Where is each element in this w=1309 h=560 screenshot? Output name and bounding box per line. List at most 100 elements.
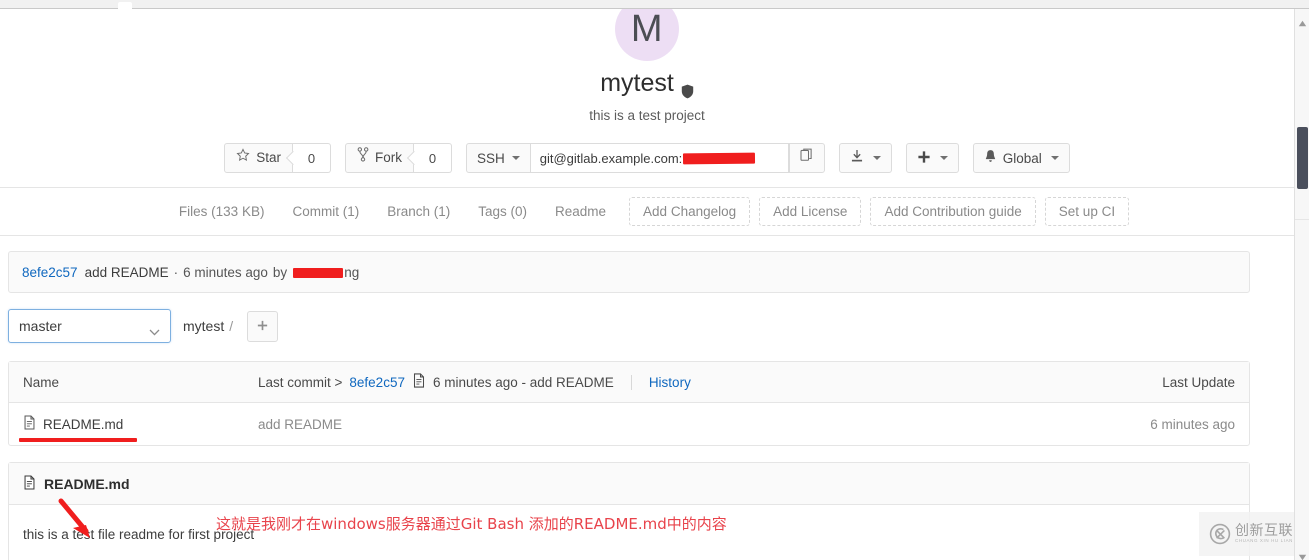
file-link[interactable]: README.md xyxy=(23,415,123,433)
last-commit-label: Last commit > xyxy=(258,374,343,390)
file-table-header: Name Last commit > 8efe2c57 6 minutes ag… xyxy=(9,362,1249,403)
scroll-down-arrow-icon[interactable] xyxy=(1298,548,1307,560)
add-contribution-guide-button[interactable]: Add Contribution guide xyxy=(870,197,1036,226)
chevron-down-icon xyxy=(1050,156,1059,160)
chevron-down-icon xyxy=(939,156,948,160)
redaction-mark xyxy=(683,152,756,164)
branch-selector[interactable]: master xyxy=(8,309,171,343)
column-header-last-commit: Last commit > 8efe2c57 6 minutes ago - a… xyxy=(258,373,1055,391)
readme-panel-header: README.md xyxy=(9,463,1249,505)
breadcrumb-separator: / xyxy=(229,318,234,334)
watermark: 创新互联 CHUANG XIN HU LIAN xyxy=(1199,512,1303,556)
copy-url-button[interactable] xyxy=(788,143,825,173)
annotation-underline xyxy=(19,438,137,442)
column-header-last-update: Last Update xyxy=(1162,374,1235,390)
chevron-down-icon xyxy=(511,156,520,160)
copy-icon xyxy=(800,148,814,168)
readme-panel: README.md this is a test file readme for… xyxy=(8,462,1250,560)
last-commit-text: 6 minutes ago - add README xyxy=(432,374,614,390)
breadcrumb-project[interactable]: mytest xyxy=(183,318,224,334)
divider xyxy=(630,374,632,390)
shield-icon xyxy=(681,76,694,98)
watermark-text-cn: 创新互联 xyxy=(1235,523,1293,539)
fork-count[interactable]: 0 xyxy=(413,143,452,173)
fork-button[interactable]: Fork xyxy=(344,143,414,173)
project-stats-nav: Files (133 KB) Commit (1) Branch (1) Tag… xyxy=(0,188,1294,236)
clone-url-text: git@gitlab.example.com: xyxy=(539,150,683,166)
bell-icon xyxy=(984,149,997,167)
file-icon xyxy=(23,474,36,493)
nav-commit[interactable]: Commit (1) xyxy=(278,202,373,222)
commit-separator: · xyxy=(173,264,179,280)
add-to-tree-button[interactable] xyxy=(247,310,279,342)
clone-widget: SSH git@gitlab.example.com: xyxy=(465,143,825,173)
watermark-text-en: CHUANG XIN HU LIAN xyxy=(1234,538,1294,543)
scrollbar-track-mark xyxy=(1295,219,1309,220)
browser-chrome-strip xyxy=(0,0,1309,9)
clone-protocol-label: SSH xyxy=(476,150,505,166)
commit-file-icon xyxy=(412,373,426,391)
table-row[interactable]: README.md add README 6 minutes ago xyxy=(9,403,1249,445)
star-group: Star 0 xyxy=(224,143,331,173)
file-commit-message: add README xyxy=(258,416,343,432)
column-header-name: Name xyxy=(23,374,60,390)
file-name-cell: README.md xyxy=(23,415,258,433)
star-label: Star xyxy=(256,150,281,165)
gitlab-project-page: M mytest this is a test project Star 0 F… xyxy=(0,9,1294,560)
file-last-update: 6 minutes ago xyxy=(1150,416,1235,432)
cx-logo-icon xyxy=(1209,523,1231,545)
download-button[interactable] xyxy=(838,143,892,173)
fork-group: Fork 0 xyxy=(344,143,452,173)
clone-protocol-dropdown[interactable]: SSH xyxy=(465,143,531,173)
nav-tags[interactable]: Tags (0) xyxy=(464,202,541,222)
page-title: mytest xyxy=(0,68,1294,98)
scrollbar-thumb[interactable] xyxy=(1297,127,1308,189)
notification-button[interactable]: Global xyxy=(972,143,1070,173)
project-name: mytest xyxy=(600,69,674,97)
fork-icon xyxy=(357,144,369,172)
chevron-down-icon xyxy=(872,156,881,160)
branch-breadcrumb-row: master mytest / xyxy=(8,309,1294,343)
star-icon xyxy=(236,144,250,172)
project-description: this is a test project xyxy=(589,108,705,123)
star-button[interactable]: Star xyxy=(224,143,293,173)
plus-icon xyxy=(256,317,269,336)
redaction-mark xyxy=(293,267,344,278)
commit-message: add README xyxy=(84,264,169,280)
annotation-text: 这就是我刚才在windows服务器通过Git Bash 添加的README.md… xyxy=(216,515,727,533)
scroll-up-arrow-icon[interactable] xyxy=(1298,14,1307,27)
commit-sha-link[interactable]: 8efe2c57 xyxy=(22,265,78,280)
history-link[interactable]: History xyxy=(649,375,691,390)
commit-by-label: by xyxy=(272,264,288,280)
add-changelog-button[interactable]: Add Changelog xyxy=(629,197,751,226)
plus-icon xyxy=(917,150,931,167)
set-up-ci-button[interactable]: Set up CI xyxy=(1044,197,1130,226)
nav-branch[interactable]: Branch (1) xyxy=(373,202,464,222)
file-name-label: README.md xyxy=(43,416,124,432)
nav-readme[interactable]: Readme xyxy=(541,202,620,222)
clone-url-input[interactable]: git@gitlab.example.com: xyxy=(530,143,789,173)
last-commit-sha-link[interactable]: 8efe2c57 xyxy=(349,375,405,390)
notification-label: Global xyxy=(1002,150,1042,166)
project-avatar: M xyxy=(615,9,679,61)
fork-label: Fork xyxy=(374,150,402,165)
download-icon xyxy=(850,149,864,167)
add-new-button[interactable] xyxy=(905,143,959,173)
readme-title: README.md xyxy=(44,475,130,492)
branch-selector-label: master xyxy=(19,318,62,334)
project-header: M mytest this is a test project Star 0 F… xyxy=(0,9,1294,188)
commit-author-suffix: ng xyxy=(344,264,360,280)
star-count[interactable]: 0 xyxy=(292,143,331,173)
nav-files[interactable]: Files (133 KB) xyxy=(165,202,279,222)
file-tree-table: Name Last commit > 8efe2c57 6 minutes ag… xyxy=(8,361,1250,446)
vertical-scrollbar[interactable] xyxy=(1294,9,1309,560)
project-actions-toolbar: Star 0 Fork 0 SSH git@gitlab.example.com… xyxy=(0,143,1294,173)
browser-tab-nub[interactable] xyxy=(118,2,132,9)
commit-time: 6 minutes ago xyxy=(183,264,268,280)
breadcrumb: mytest / xyxy=(183,318,235,334)
last-commit-banner: 8efe2c57 add README · 6 minutes ago by n… xyxy=(8,251,1250,293)
browser-viewport: M mytest this is a test project Star 0 F… xyxy=(0,0,1309,560)
add-license-button[interactable]: Add License xyxy=(759,197,862,226)
chevron-down-icon xyxy=(149,323,160,336)
file-icon xyxy=(23,415,36,433)
